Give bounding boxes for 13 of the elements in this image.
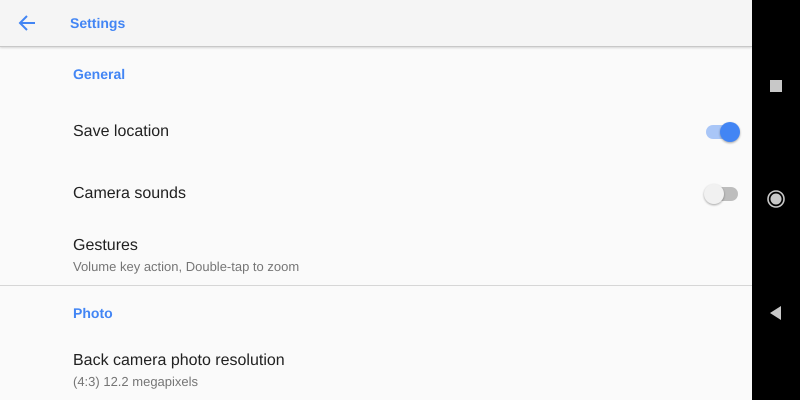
setting-title[interactable]: Back camera photo resolution	[73, 352, 285, 370]
back-icon[interactable]	[770, 306, 782, 320]
toggle-switch[interactable]	[704, 184, 740, 204]
setting-title[interactable]: Gestures	[73, 236, 138, 254]
setting-summary: (4:3) 12.2 megapixels	[73, 374, 198, 388]
toggle-switch[interactable]	[704, 122, 740, 142]
screen-title: Settings	[70, 15, 126, 31]
setting-title: Camera sounds	[73, 185, 186, 203]
home-icon[interactable]	[767, 190, 785, 208]
setting-summary: Volume key action, Double-tap to zoom	[73, 258, 300, 274]
section-header: Photo	[73, 304, 113, 323]
section-header: General	[73, 65, 126, 84]
setting-title: Save location	[73, 123, 170, 141]
